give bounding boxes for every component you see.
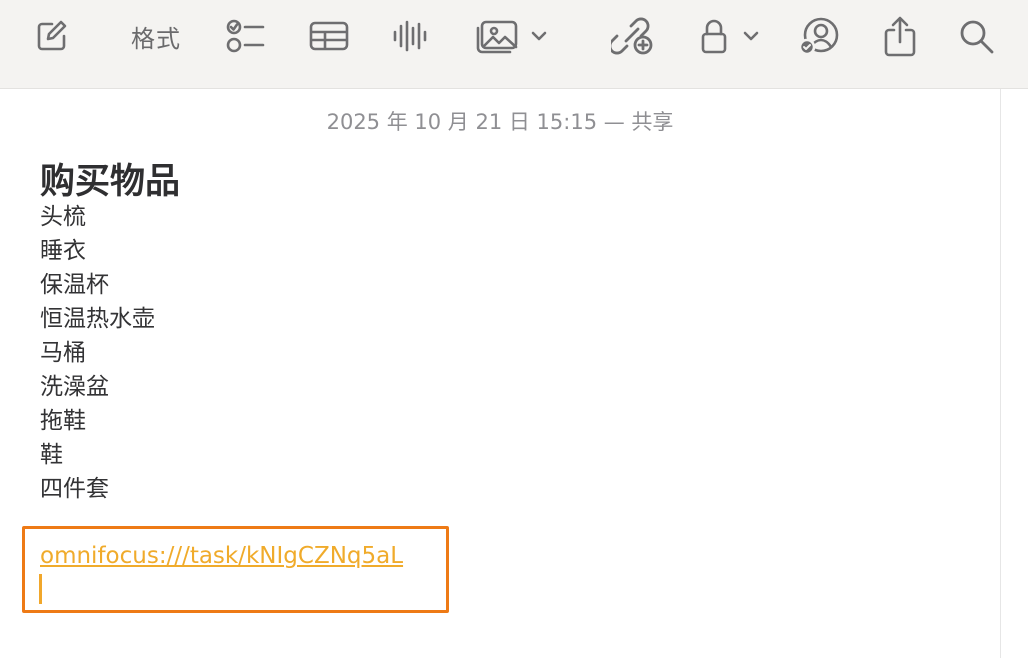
search-icon[interactable] [954,14,998,58]
share-icon[interactable] [878,14,922,58]
toolbar: 格式 [0,0,1028,89]
format-button[interactable]: 格式 [124,14,188,58]
note-date: 2025 年 10 月 21 日 15:15 — 共享 [326,110,674,134]
checklist-icon[interactable] [222,14,268,58]
note-title[interactable]: 购买物品 [40,153,180,204]
omnifocus-task-link[interactable]: omnifocus:///task/kNIgCZNq5aL [40,543,403,569]
list-item[interactable]: 鞋 [40,438,155,472]
compose-icon[interactable] [30,14,74,58]
text-cursor [39,574,42,604]
format-label: 格式 [131,24,181,53]
audio-waveform-icon[interactable] [388,14,430,58]
link-highlight-box [22,526,449,613]
lock-icon[interactable] [694,14,764,58]
scrollbar[interactable] [1000,89,1028,658]
list-item[interactable]: 四件套 [40,472,155,506]
media-icon[interactable] [472,14,552,58]
collaborate-link-icon[interactable] [610,14,658,58]
list-item[interactable]: 洗澡盆 [40,370,155,404]
list-item[interactable]: 拖鞋 [40,404,155,438]
shared-user-icon[interactable] [796,14,842,58]
list-item[interactable]: 恒温热水壶 [40,302,155,336]
note-item-list: 头梳 睡衣 保温杯 恒温热水壶 马桶 洗澡盆 拖鞋 鞋 四件套 [40,200,155,506]
list-item[interactable]: 马桶 [40,336,155,370]
list-item[interactable]: 头梳 [40,200,155,234]
list-item[interactable]: 睡衣 [40,234,155,268]
table-icon[interactable] [306,14,352,58]
list-item[interactable]: 保温杯 [40,268,155,302]
